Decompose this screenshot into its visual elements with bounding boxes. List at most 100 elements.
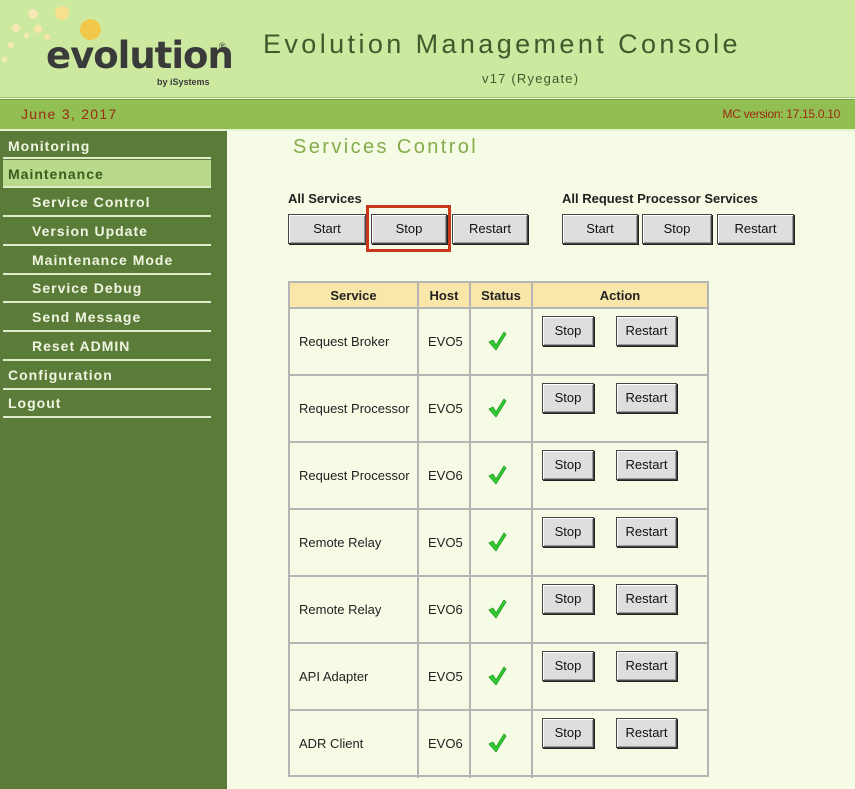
cell-host: EVO6 xyxy=(419,443,471,508)
sidebar-item-maintenance-mode[interactable]: Maintenance Mode xyxy=(3,247,211,275)
service-name: Remote Relay xyxy=(299,535,382,550)
cell-status xyxy=(471,644,533,709)
service-name: API Adapter xyxy=(299,669,369,684)
all-rp-services-restart-button[interactable]: Restart xyxy=(717,214,794,244)
host-name: EVO5 xyxy=(428,535,463,550)
host-name: EVO5 xyxy=(428,334,463,349)
cell-host: EVO5 xyxy=(419,309,471,374)
host-name: EVO6 xyxy=(428,736,463,751)
cell-action: Stop Restart xyxy=(533,510,707,575)
column-header-status: Status xyxy=(471,283,533,309)
logo-dot xyxy=(24,33,29,38)
status-ok-check-icon xyxy=(487,532,507,552)
status-ok-check-icon xyxy=(487,666,507,686)
sidebar-item-logout[interactable]: Logout xyxy=(3,390,211,418)
header: evolution ® by iSystems Evolution Manage… xyxy=(0,0,855,98)
cell-service: Request Processor xyxy=(290,376,419,441)
cell-action: Stop Restart xyxy=(533,309,707,374)
host-name: EVO5 xyxy=(428,669,463,684)
service-name: Request Broker xyxy=(299,334,390,349)
highlight-box xyxy=(366,205,451,252)
cell-action: Stop Restart xyxy=(533,711,707,778)
row-restart-button[interactable]: Restart xyxy=(616,584,677,614)
cell-status xyxy=(471,443,533,508)
cell-status xyxy=(471,577,533,642)
all-services-label: All Services xyxy=(288,191,362,206)
sidebar-item-monitoring[interactable]: Monitoring xyxy=(3,133,211,159)
column-header-service: Service xyxy=(290,283,419,309)
cell-service: Request Processor xyxy=(290,443,419,508)
app-title: Evolution Management Console xyxy=(263,29,741,59)
row-restart-button[interactable]: Restart xyxy=(616,517,677,547)
status-ok-check-icon xyxy=(487,331,507,351)
row-stop-button[interactable]: Stop xyxy=(542,718,594,748)
sidebar-item-maintenance[interactable]: Maintenance xyxy=(3,160,211,188)
cell-host: EVO5 xyxy=(419,376,471,441)
row-stop-button[interactable]: Stop xyxy=(542,316,594,346)
cell-service: API Adapter xyxy=(290,644,419,709)
all-rp-services-start-button[interactable]: Start xyxy=(562,214,638,244)
logo-registered-mark: ® xyxy=(219,41,226,51)
sidebar-item-reset-admin[interactable]: Reset ADMIN xyxy=(3,333,211,361)
sidebar-item-service-debug[interactable]: Service Debug xyxy=(3,275,211,303)
row-restart-button[interactable]: Restart xyxy=(616,450,677,480)
cell-service: ADR Client xyxy=(290,711,419,778)
status-ok-check-icon xyxy=(487,465,507,485)
cell-status xyxy=(471,376,533,441)
all-services-restart-button[interactable]: Restart xyxy=(452,214,528,244)
host-name: EVO6 xyxy=(428,602,463,617)
table-row: Request Broker EVO5 Stop Restart xyxy=(290,309,707,376)
sidebar-item-version-update[interactable]: Version Update xyxy=(3,218,211,246)
cell-status xyxy=(471,711,533,778)
status-ok-check-icon xyxy=(487,599,507,619)
cell-host: EVO5 xyxy=(419,510,471,575)
row-restart-button[interactable]: Restart xyxy=(616,651,677,681)
row-restart-button[interactable]: Restart xyxy=(616,383,677,413)
current-date: June 3, 2017 xyxy=(21,106,118,122)
services-table: Service Host Status Action Request Broke… xyxy=(288,281,709,778)
all-rp-services-stop-button[interactable]: Stop xyxy=(642,214,712,244)
cell-service: Request Broker xyxy=(290,309,419,374)
cell-host: EVO5 xyxy=(419,644,471,709)
row-stop-button[interactable]: Stop xyxy=(542,450,594,480)
logo-dot xyxy=(55,6,69,20)
row-stop-button[interactable]: Stop xyxy=(542,584,594,614)
row-stop-button[interactable]: Stop xyxy=(542,517,594,547)
cell-action: Stop Restart xyxy=(533,376,707,441)
service-name: Request Processor xyxy=(299,468,410,483)
logo: evolution xyxy=(46,34,234,77)
column-header-host: Host xyxy=(419,283,471,309)
table-row: ADR Client EVO6 Stop Restart xyxy=(290,711,707,778)
sidebar-item-service-control[interactable]: Service Control xyxy=(3,189,211,217)
column-header-action: Action xyxy=(533,283,707,309)
app-version: v17 (Ryegate) xyxy=(482,71,580,86)
logo-dot xyxy=(34,25,42,33)
table-row: Request Processor EVO6 Stop Restart xyxy=(290,443,707,510)
row-restart-button[interactable]: Restart xyxy=(616,316,677,346)
service-name: Remote Relay xyxy=(299,602,382,617)
row-stop-button[interactable]: Stop xyxy=(542,651,594,681)
sidebar: Monitoring Maintenance Service Control V… xyxy=(0,131,227,789)
info-bar: June 3, 2017 MC version: 17.15.0.10 xyxy=(0,99,855,131)
sidebar-item-configuration[interactable]: Configuration xyxy=(3,362,211,390)
table-row: Request Processor EVO5 Stop Restart xyxy=(290,376,707,443)
cell-service: Remote Relay xyxy=(290,510,419,575)
logo-dot xyxy=(28,9,38,19)
status-ok-check-icon xyxy=(487,398,507,418)
sidebar-item-send-message[interactable]: Send Message xyxy=(3,304,211,332)
host-name: EVO5 xyxy=(428,401,463,416)
row-restart-button[interactable]: Restart xyxy=(616,718,677,748)
table-row: Remote Relay EVO6 Stop Restart xyxy=(290,577,707,644)
status-ok-check-icon xyxy=(487,733,507,753)
all-services-start-button[interactable]: Start xyxy=(288,214,366,244)
service-name: ADR Client xyxy=(299,736,364,751)
row-stop-button[interactable]: Stop xyxy=(542,383,594,413)
service-name: Request Processor xyxy=(299,401,410,416)
logo-dot xyxy=(12,24,20,32)
cell-action: Stop Restart xyxy=(533,577,707,642)
host-name: EVO6 xyxy=(428,468,463,483)
cell-status xyxy=(471,309,533,374)
table-row: API Adapter EVO5 Stop Restart xyxy=(290,644,707,711)
mc-version: MC version: 17.15.0.10 xyxy=(722,107,841,121)
page-title: Services Control xyxy=(293,136,479,158)
